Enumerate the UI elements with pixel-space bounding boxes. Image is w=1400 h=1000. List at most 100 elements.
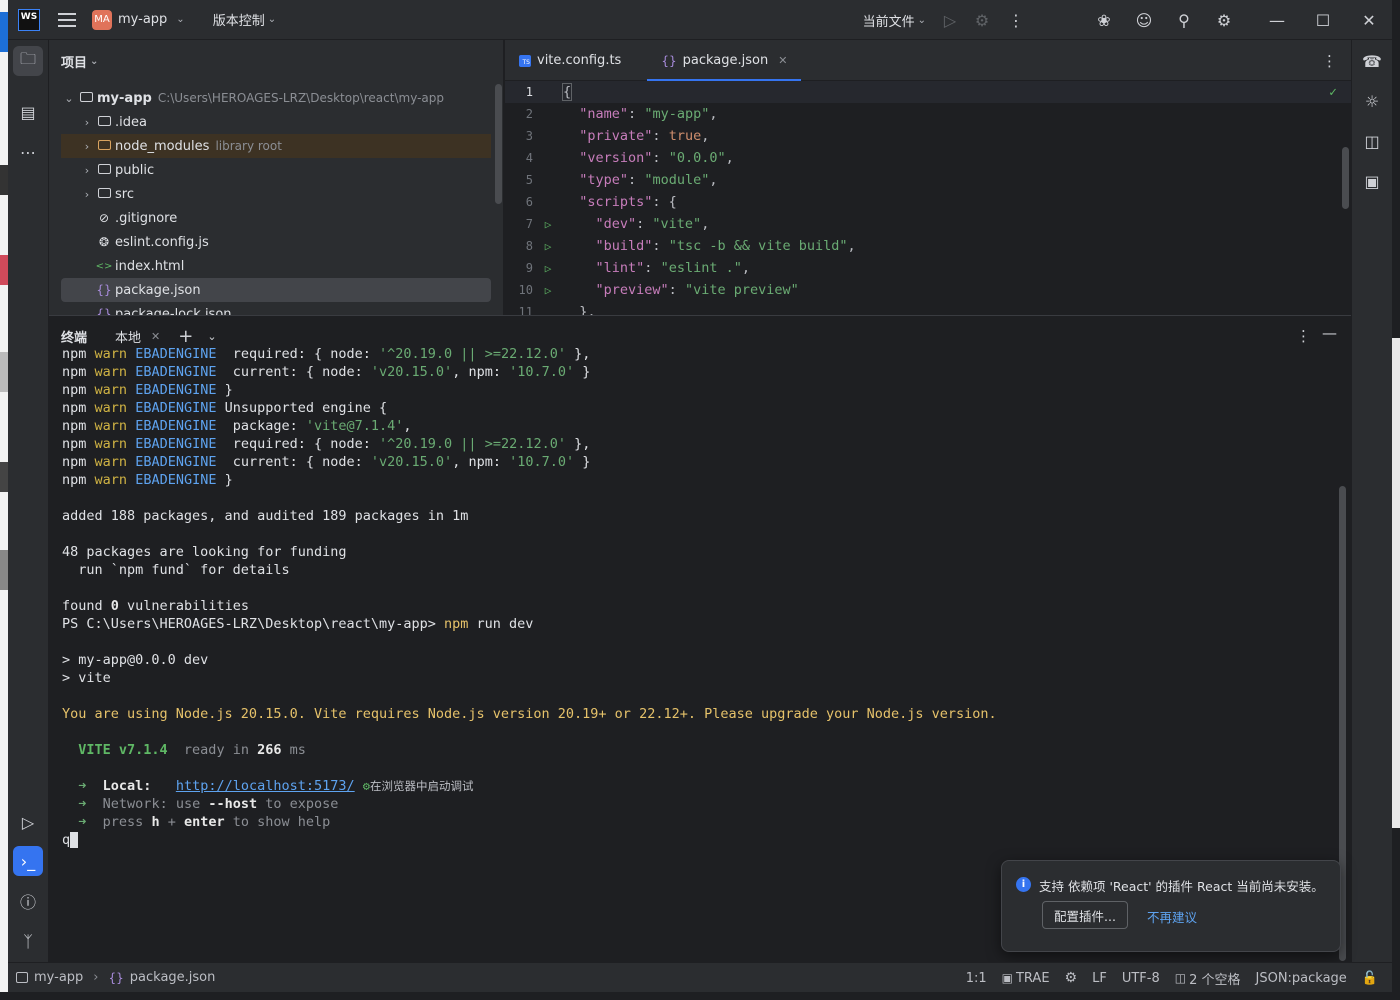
code-line: 1 { ✓ [505, 81, 1351, 103]
code-line: 8 ▷ "build": "tsc -b && vite build", [505, 235, 1351, 257]
tab-vite-config[interactable]: TS vite.config.ts [505, 40, 635, 81]
no-sync-icon[interactable]: ⚙ [1065, 970, 1078, 986]
run-script-icon[interactable]: ▷ [533, 262, 563, 275]
trae-icon: ▣ [1001, 971, 1013, 985]
terminal-line: PS C:\Users\HEROAGES-LRZ\Desktop\react\m… [62, 616, 534, 632]
editor-scrollbar[interactable] [1342, 147, 1349, 209]
close-tab-icon[interactable]: ✕ [778, 54, 787, 67]
trae-widget[interactable]: ▣ TRAE [1002, 971, 1050, 986]
file-encoding[interactable]: UTF-8 [1122, 971, 1160, 986]
breadcrumb-file[interactable]: package.json [130, 970, 216, 985]
close-icon[interactable]: ✕ [1346, 0, 1392, 40]
json-value: "vite preview" [684, 282, 799, 298]
configure-plugins-button[interactable]: 配置插件... [1042, 901, 1128, 929]
tree-item-label: package-lock.json [115, 306, 232, 316]
desktop-left-edge [0, 0, 8, 1000]
terminal-icon[interactable]: ›_ [13, 846, 43, 876]
json-key: "build" [595, 238, 653, 254]
tree-item-package-json[interactable]: {} package.json [61, 278, 491, 302]
webstorm-logo: WS [18, 8, 40, 31]
project-panel: 项目 ⌄ ⌄ my-app C:\Users\HEROAGES-LRZ\Desk… [49, 40, 504, 315]
git-branch-icon[interactable]: ᛉ [13, 926, 43, 956]
more-actions-icon[interactable]: ⋮ [998, 0, 1034, 40]
notifications-bell-icon[interactable]: ☎ [1357, 46, 1387, 76]
project-folder-icon[interactable]: 🗀 [13, 46, 43, 76]
tree-item-eslint[interactable]: ❂ eslint.config.js [61, 230, 491, 254]
close-tab-icon[interactable]: ✕ [151, 330, 160, 343]
window-bottom-edge [0, 992, 1400, 1000]
plugin-notification: i 支持 依赖项 'React' 的插件 React 当前尚未安装。 配置插件.… [1001, 860, 1341, 952]
vcs-menu[interactable]: 版本控制 ⌄ [213, 10, 276, 29]
tree-item-public[interactable]: › public [61, 158, 491, 182]
project-scrollbar[interactable] [495, 84, 502, 204]
minimize-icon[interactable]: — [1254, 0, 1300, 40]
add-user-icon[interactable]: ☺ [1124, 0, 1164, 40]
search-icon[interactable]: ⚲ [1164, 0, 1204, 40]
terminal-line: npm warn EBADENGINE } [62, 382, 233, 398]
maximize-icon[interactable]: ☐ [1300, 0, 1346, 40]
text-cursor [70, 832, 79, 848]
debug-bug-icon[interactable]: ⚙ [363, 779, 370, 793]
run-script-icon[interactable]: ▷ [533, 284, 563, 297]
run-script-icon[interactable]: ▷ [533, 218, 563, 231]
tree-item-package-lock[interactable]: {} package-lock.json [61, 302, 491, 316]
json-file-icon: {} [96, 307, 112, 315]
lock-icon[interactable]: 🔓 [1362, 971, 1378, 986]
json-value: "tsc -b && vite build" [668, 238, 848, 254]
folder-icon [95, 115, 113, 129]
json-key: "dev" [595, 216, 637, 232]
more-tools-icon[interactable]: ⋯ [13, 137, 43, 167]
breadcrumb-project[interactable]: my-app [34, 970, 83, 985]
debug-icon[interactable]: ⚙ [966, 0, 998, 40]
run-script-icon[interactable]: ▷ [533, 240, 563, 253]
project-switcher[interactable]: MA my-app ⌄ [92, 9, 185, 30]
tree-item-src[interactable]: › src [61, 182, 491, 206]
tab-package-json[interactable]: {} package.json ✕ [647, 40, 802, 81]
ai-assistant-icon[interactable]: ❀ [1084, 0, 1124, 40]
project-panel-header[interactable]: 项目 ⌄ [49, 40, 503, 82]
chevron-down-icon[interactable]: ⌄ [207, 330, 216, 343]
terminal-input-line[interactable]: q [62, 832, 79, 850]
json-value: true [668, 128, 702, 144]
hide-panel-icon[interactable]: — [1322, 324, 1337, 342]
database-icon[interactable]: ◫ [1357, 126, 1387, 156]
json-file-icon: {} [96, 283, 112, 297]
chevron-right-icon: › [84, 139, 90, 153]
dont-suggest-link[interactable]: 不再建议 [1147, 907, 1197, 926]
localhost-link[interactable]: http://localhost:5173/ [176, 778, 355, 794]
code-editor[interactable]: 1 { ✓ 2 "name": "my-app", 3 "private": t… [505, 81, 1351, 315]
tree-root[interactable]: ⌄ my-app C:\Users\HEROAGES-LRZ\Desktop\r… [61, 86, 491, 110]
more-options-icon[interactable]: ⋮ [1296, 327, 1311, 345]
terminal-output[interactable]: npm warn EBADENGINE required: { node: '^… [62, 344, 1332, 944]
tree-item-node-modules[interactable]: › node_modules library root [61, 134, 491, 158]
indent-widget[interactable]: ◫ 2 个空格 [1175, 969, 1241, 988]
line-separator[interactable]: LF [1092, 971, 1107, 986]
run-icon[interactable]: ▷ [934, 0, 966, 40]
run-config-label: 当前文件 [862, 14, 915, 30]
preview-icon[interactable]: ▣ [1357, 166, 1387, 196]
run-config-selector[interactable]: 当前文件 ⌄ [863, 11, 926, 30]
tree-item-idea[interactable]: › .idea [61, 110, 491, 134]
notification-text: 支持 依赖项 'React' 的插件 React 当前尚未安装。 [1039, 879, 1324, 894]
tree-item-index-html[interactable]: <> index.html [61, 254, 491, 278]
right-tool-strip: ☎ ☼ ◫ ▣ [1351, 40, 1392, 962]
settings-gear-icon[interactable]: ⚙ [1204, 0, 1244, 40]
structure-icon[interactable]: ▤ [13, 97, 43, 127]
terminal-line: > my-app@0.0.0 dev [62, 652, 209, 668]
ai-chat-icon[interactable]: ☼ [1357, 86, 1387, 116]
services-run-icon[interactable]: ▷ [13, 807, 43, 837]
tree-item-gitignore[interactable]: ⊘ .gitignore [61, 206, 491, 230]
chevron-right-icon: › [84, 187, 90, 201]
json-schema[interactable]: JSON:package [1256, 971, 1347, 986]
debug-in-browser-link[interactable]: 在浏览器中启动调试 [370, 779, 474, 793]
eslint-file-icon: ❂ [98, 235, 110, 249]
code-line: 2 "name": "my-app", [505, 103, 1351, 125]
terminal-tab-local[interactable]: 本地 ✕ [115, 327, 160, 346]
problems-icon[interactable]: ⓘ [13, 886, 43, 916]
main-menu-button[interactable] [58, 12, 76, 27]
cursor-position[interactable]: 1:1 [966, 971, 987, 986]
json-key: "name" [579, 106, 629, 122]
terminal-line: npm warn EBADENGINE } [62, 472, 233, 488]
more-tabs-icon[interactable]: ⋮ [1322, 52, 1337, 70]
root-name: my-app [97, 90, 152, 106]
